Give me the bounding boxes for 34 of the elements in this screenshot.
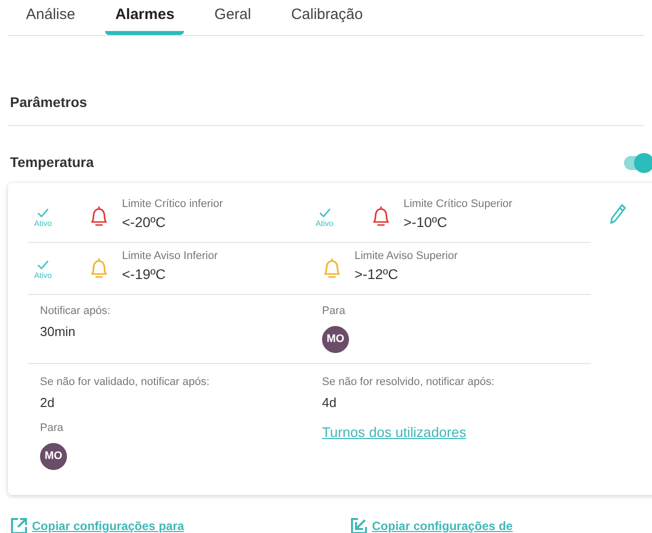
field-value: 2d [40, 394, 54, 412]
toggle-switch[interactable] [624, 156, 652, 170]
check-icon [318, 208, 330, 218]
pencil-icon[interactable] [609, 203, 627, 225]
status-label: Ativo [34, 270, 52, 282]
export-icon [10, 517, 28, 533]
limit-value: >-12ºC [354, 264, 400, 284]
field-value: 30min [40, 322, 76, 340]
field-label: Para [40, 421, 64, 436]
status-label: Ativo [316, 218, 334, 230]
limit-value: >-10ºC [404, 212, 448, 232]
check-icon [37, 208, 49, 218]
field-value: 4d [322, 394, 336, 412]
status-label: Ativo [34, 218, 52, 230]
limit-label: Limite Aviso Superior [354, 248, 458, 264]
import-icon [350, 517, 368, 533]
tab[interactable]: Geral [204, 0, 262, 35]
field-label: Notificar após: [40, 304, 112, 319]
user-avatar[interactable]: MO [322, 326, 349, 352]
check-icon [37, 260, 49, 270]
field-label: Se não for validado, notificar após: [40, 375, 210, 390]
section-title: Parâmetros [10, 94, 88, 110]
limit-label: Limite Crítico inferior [122, 196, 223, 212]
limit-value: <-19ºC [122, 264, 167, 284]
tab[interactable]: Análise [16, 0, 86, 35]
tab[interactable]: Alarmes [105, 0, 184, 35]
sensor-title: Temperatura [10, 153, 94, 172]
limit-value: <-20ºC [122, 212, 167, 232]
field-label: Para [322, 304, 346, 319]
limit-label: Limite Crítico Superior [404, 196, 512, 212]
tab[interactable]: Calibração [281, 0, 373, 35]
user-avatar[interactable]: MO [40, 442, 67, 470]
limit-label: Limite Aviso Inferior [122, 248, 218, 264]
field-label: Se não for resolvido, notificar após: [322, 375, 494, 390]
